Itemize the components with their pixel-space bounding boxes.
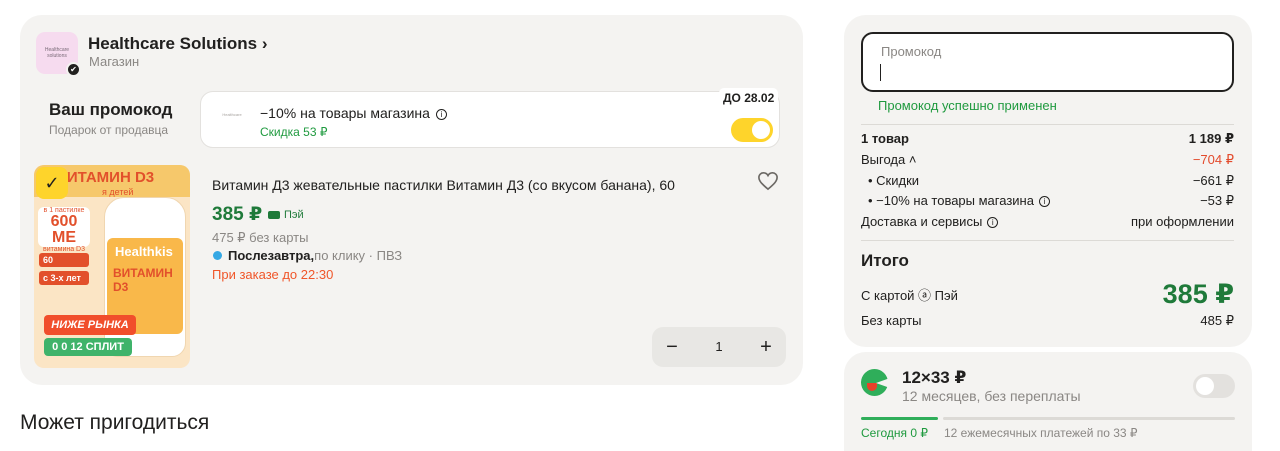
image-chip-age: с 3-х лет: [39, 271, 89, 285]
with-card-label: С картой ⓐ Пэй: [861, 288, 958, 303]
below-market-badge: НИЖЕ РЫНКА: [44, 315, 136, 335]
image-title: ВИТАМИН D3: [56, 169, 155, 186]
divider: [861, 124, 1234, 125]
summary-row-items: 1 товар 1 189 ₽: [861, 131, 1234, 147]
info-icon[interactable]: i: [435, 109, 447, 120]
shop-name-link[interactable]: Healthcare Solutions ›: [88, 34, 267, 54]
delivery-services-label-text: Доставка и сервисы: [861, 214, 983, 229]
split-toggle[interactable]: [1193, 374, 1235, 398]
summary-row-discounts: • Скидки −661 ₽: [861, 173, 1234, 189]
toggle-knob: [752, 121, 770, 139]
pay-label: Пэй: [268, 209, 304, 221]
split-today: Сегодня 0 ₽: [861, 426, 928, 440]
total-with-card-row: С картой ⓐ Пэй 385 ₽: [861, 279, 1234, 310]
order-summary: Промокод Промокод успешно применен 1 тов…: [844, 15, 1252, 347]
heart-icon[interactable]: [757, 171, 779, 191]
promo-toggle[interactable]: [731, 118, 773, 142]
divider: [861, 240, 1234, 241]
with-card-value: 385 ₽: [1162, 279, 1234, 309]
checkbox-checked-icon[interactable]: ✓: [36, 167, 68, 199]
total-title: Итого: [861, 251, 909, 270]
no-card-label: Без карты: [861, 313, 922, 328]
delivery-method: по клику · ПВЗ: [314, 248, 403, 263]
promo-offer-box[interactable]: Healthcare −10% на товары магазина i Скид…: [200, 91, 780, 148]
promo-discount: Скидка 53 ₽: [260, 125, 328, 139]
increase-button[interactable]: +: [746, 327, 786, 367]
info-icon[interactable]: i: [1038, 196, 1050, 207]
no-card-value: 485 ₽: [1200, 313, 1234, 328]
promo-description: −10% на товары магазина i: [260, 105, 447, 121]
discounts-label: • Скидки: [868, 173, 920, 188]
split-logo-mouth: [876, 378, 890, 388]
pay-label-text: Пэй: [284, 209, 304, 221]
promo-deadline-badge: ДО 28.02: [719, 88, 779, 108]
delivery-services-value: при оформлении: [1131, 214, 1234, 229]
decrease-button[interactable]: −: [652, 327, 692, 367]
promo-subtitle: Подарок от продавца: [49, 123, 169, 137]
split-badge: 0 0 12 СПЛИТ: [44, 338, 132, 356]
summary-row-benefit[interactable]: Выгода ˄ −704 ₽: [861, 152, 1234, 168]
shop-type: Магазин: [89, 54, 140, 69]
split-logo-icon: [861, 369, 890, 396]
promo-success-message: Промокод успешно применен: [878, 98, 1057, 113]
split-amount: 12×33 ₽: [902, 368, 967, 387]
toggle-knob: [1196, 377, 1214, 395]
split-logo-tongue: [867, 383, 877, 391]
split-payment-card: 12×33 ₽ 12 месяцев, без переплаты Сегодн…: [844, 352, 1252, 451]
price-without-card: 475 ₽ без карты: [212, 230, 309, 245]
card-icon: [268, 211, 280, 219]
benefit-value: −704 ₽: [1192, 152, 1234, 167]
items-label: 1 товар: [861, 131, 909, 146]
split-progress-rest: [943, 417, 1235, 420]
image-chip-count: 60: [39, 253, 89, 267]
promo-code-input[interactable]: Промокод: [861, 32, 1234, 92]
promo-row-value: −53 ₽: [1200, 193, 1234, 208]
shop-logo-text: Healthcare solutions: [44, 47, 70, 59]
image-dose-bottom: витамина D3: [42, 246, 86, 253]
bottle-name: ВИТАМИН D3: [113, 266, 173, 294]
split-monthly: 12 ежемесячных платежей по 33 ₽: [944, 426, 1138, 440]
product-image[interactable]: ВИТАМИН D3 я детей в 1 пастилке 600 МЕ в…: [34, 165, 190, 368]
quantity-stepper: − 1 +: [652, 327, 786, 367]
delivery-info: Послезавтра, по клику · ПВЗ: [213, 248, 402, 263]
items-value: 1 189 ₽: [1188, 131, 1234, 146]
benefit-label: Выгода ˄: [861, 152, 917, 167]
promo-code-placeholder: Промокод: [881, 44, 942, 59]
promo-row-label-text: • −10% на товары магазина: [868, 193, 1034, 208]
info-icon[interactable]: i: [987, 217, 999, 228]
image-dose-value: 600 МЕ: [50, 213, 78, 246]
text-caret: [880, 64, 881, 81]
summary-row-delivery: Доставка и сервисы i при оформлении: [861, 214, 1234, 229]
discounts-value: −661 ₽: [1192, 173, 1234, 188]
image-subtitle: я детей: [102, 187, 134, 197]
product-title[interactable]: Витамин Д3 жевательные пастилки Витамин …: [212, 177, 675, 193]
order-deadline: При заказе до 22:30: [212, 267, 334, 282]
bottle-brand: Healthkis: [115, 244, 173, 259]
promo-shop-logo: Healthcare: [222, 112, 242, 117]
delivery-services-label: Доставка и сервисы i: [861, 214, 999, 229]
shop-card: Healthcare solutions ✔ Healthcare Soluti…: [20, 15, 803, 385]
promo-description-text: −10% на товары магазина: [260, 105, 430, 121]
promo-title: Ваш промокод: [49, 100, 173, 119]
split-progress-today: [861, 417, 938, 420]
delivery-date: Послезавтра,: [228, 248, 315, 263]
split-subtitle: 12 месяцев, без переплаты: [902, 388, 1081, 404]
image-dose: в 1 пастилке 600 МЕ витамина D3: [38, 207, 90, 253]
price-with-pay: 385 ₽: [212, 204, 263, 225]
verified-icon: ✔: [66, 62, 81, 77]
quantity-value[interactable]: 1: [702, 327, 736, 367]
delivery-dot-icon: [213, 251, 222, 260]
summary-row-promo: • −10% на товары магазина i −53 ₽: [861, 193, 1234, 209]
promo-row-label: • −10% на товары магазина i: [861, 193, 1050, 209]
section-title-may-help: Может пригодиться: [20, 411, 210, 434]
total-no-card-row: Без карты 485 ₽: [861, 313, 1234, 329]
